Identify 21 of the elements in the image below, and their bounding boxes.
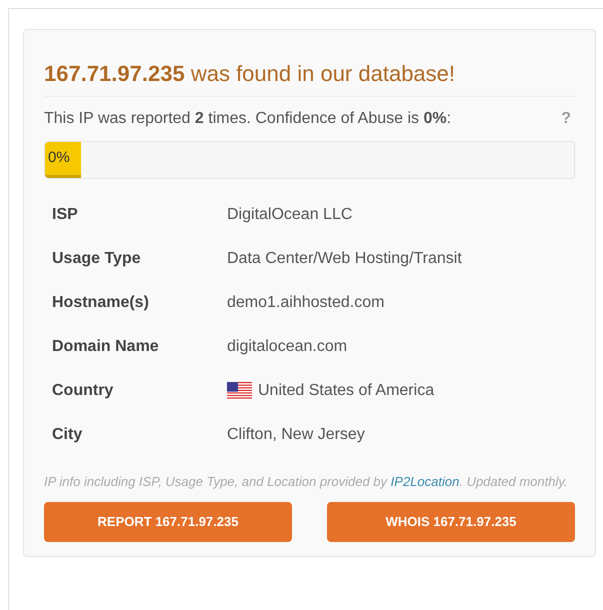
source-note: IP info including ISP, Usage Type, and Location provided by IP2Location. Updated monthly.: [44, 473, 568, 491]
action-button[interactable]: REPORT 167.71.97.235: [44, 502, 292, 542]
help-link[interactable]: ?: [561, 107, 571, 131]
detail-value: Clifton, New Jersey: [227, 425, 365, 445]
detail-label: Country: [52, 381, 114, 401]
detail-value: DigitalOcean LLC: [227, 205, 352, 225]
detail-label: City: [52, 425, 84, 445]
flag-icon: [227, 382, 252, 400]
detail-value: United States of America: [258, 381, 434, 401]
action-button[interactable]: WHOIS 167.71.97.235: [327, 502, 575, 542]
detail-value: digitalocean.com: [227, 337, 348, 357]
detail-label: Hostname(s): [52, 293, 150, 313]
result-heading: 167.71.97.235 was found in our database!: [44, 60, 575, 97]
detail-value: demo1.aihhosted.com: [227, 293, 384, 313]
detail-label: Usage Type: [52, 249, 142, 269]
confidence-label: 0%: [48, 148, 70, 168]
ip2location-link[interactable]: IP2Location: [390, 474, 460, 489]
detail-value: Data Center/Web Hosting/Transit: [227, 249, 462, 269]
detail-label: Domain Name: [52, 337, 160, 357]
detail-label: ISP: [52, 205, 79, 225]
report-summary: This IP was reported 2 times. Confidence of Abuse is 0%:: [44, 109, 452, 129]
